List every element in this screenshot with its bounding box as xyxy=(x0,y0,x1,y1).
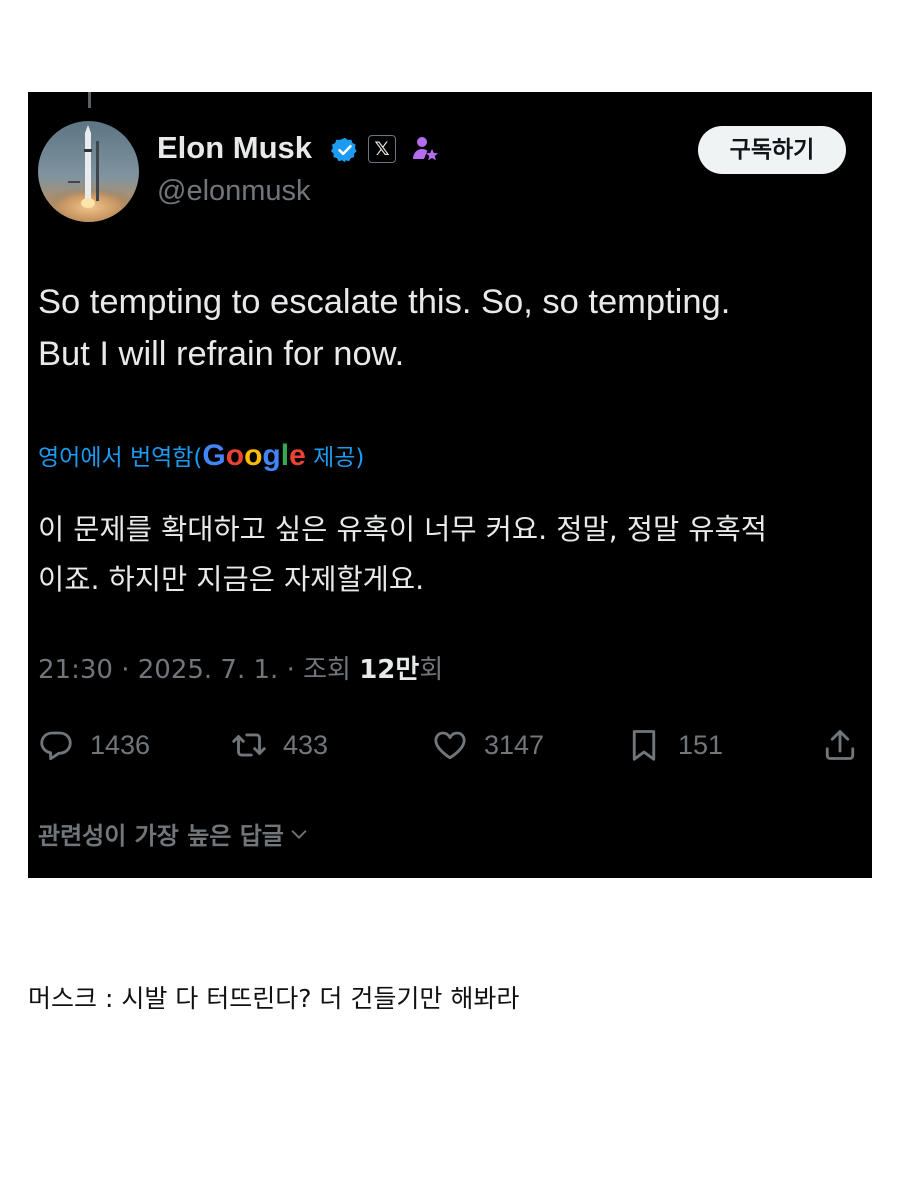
reply-icon xyxy=(40,731,72,761)
subscribe-button[interactable]: 구독하기 xyxy=(698,126,846,174)
views-label: 조회 xyxy=(303,655,351,685)
tweet-text-line: But I will refrain for now. xyxy=(38,335,405,373)
translated-text: 이 문제를 확대하고 싶은 유혹이 너무 커요. 정말, 정말 유혹적 이죠. … xyxy=(38,505,858,605)
affiliate-badge-icon[interactable] xyxy=(410,134,440,164)
verified-badge-icon[interactable] xyxy=(331,136,359,164)
author-name[interactable]: Elon Musk xyxy=(157,130,312,166)
translated-text-line: 이 문제를 확대하고 싶은 유혹이 너무 커요. 정말, 정말 유혹적 xyxy=(38,513,767,546)
author-handle[interactable]: @elonmusk xyxy=(157,175,311,208)
chevron-down-icon xyxy=(291,829,307,839)
most-relevant-replies-toggle[interactable]: 관련성이 가장 높은 답글 xyxy=(38,816,310,851)
google-letter: e xyxy=(289,439,306,472)
translated-suffix: 제공) xyxy=(305,445,365,471)
tweet-meta: 21:30 · 2025. 7. 1. · 조회 12만회 xyxy=(38,655,444,685)
repost-button[interactable]: 433 xyxy=(231,720,328,770)
repost-icon xyxy=(232,733,266,757)
views-count: 12만 xyxy=(359,655,420,685)
like-icon xyxy=(434,731,466,760)
tweet-actions: 1436 433 3147 151 xyxy=(28,720,872,770)
most-relevant-replies-label: 관련성이 가장 높은 답글 xyxy=(38,822,284,850)
google-letter: g xyxy=(262,439,281,472)
translated-text-line: 이죠. 하지만 지금은 자제할게요. xyxy=(38,563,425,596)
tweet-date[interactable]: 2025. 7. 1. xyxy=(138,655,279,685)
tweet-time[interactable]: 21:30 xyxy=(38,655,113,685)
share-icon xyxy=(825,730,855,760)
repost-count: 433 xyxy=(283,729,329,760)
x-logo-icon[interactable]: 𝕏 xyxy=(368,135,396,163)
bookmark-count: 151 xyxy=(678,729,724,760)
bookmark-button[interactable]: 151 xyxy=(626,720,723,770)
like-count: 3147 xyxy=(484,729,545,760)
google-letter: l xyxy=(280,439,290,472)
avatar[interactable] xyxy=(38,121,139,222)
bookmark-icon xyxy=(632,730,656,761)
google-letter: o xyxy=(225,439,245,472)
google-letter: o xyxy=(244,439,263,472)
translated-prefix: 영어에서 번역함( xyxy=(38,445,203,471)
tweet-text: So tempting to escalate this. So, so tem… xyxy=(38,276,858,380)
share-button[interactable] xyxy=(822,720,858,770)
google-letter: G xyxy=(202,439,226,472)
post-caption: 머스크 : 시발 다 터뜨린다? 더 건들기만 해봐라 xyxy=(28,984,520,1013)
tweet-text-line: So tempting to escalate this. So, so tem… xyxy=(38,283,731,321)
reply-button[interactable]: 1436 xyxy=(38,720,150,770)
translation-attribution[interactable]: 영어에서 번역함(Google 제공) xyxy=(38,438,364,473)
thread-line xyxy=(88,92,91,108)
like-button[interactable]: 3147 xyxy=(432,720,544,770)
google-logo: Google xyxy=(202,439,305,472)
rocket-launch-image xyxy=(44,125,136,222)
reply-count: 1436 xyxy=(90,729,151,760)
tweet-card: Elon Musk 𝕏 @elonmusk 구독하기 So tempting t… xyxy=(28,92,872,878)
views-suffix: 회 xyxy=(419,655,444,685)
